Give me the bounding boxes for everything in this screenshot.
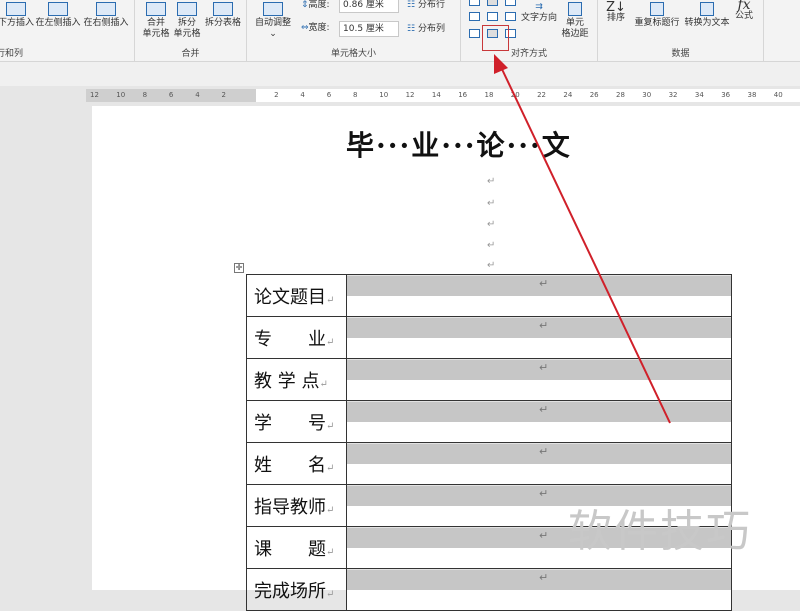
watermark: 软件技巧 — [568, 506, 752, 557]
paragraph-mark: ↵ — [326, 588, 335, 600]
